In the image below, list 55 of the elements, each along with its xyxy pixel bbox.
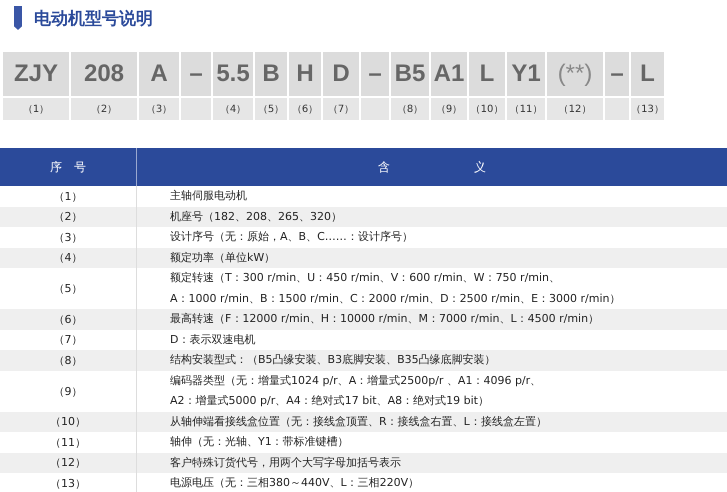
segment-number: （6）	[289, 98, 321, 120]
model-code-segment: –	[181, 52, 211, 96]
description-line: 从轴伸端看接线盒位置（无：接线盒顶置、R：接线盒右置、L：接线盒左置）	[170, 414, 548, 430]
title-marker-icon	[14, 6, 22, 30]
model-code-segment: L	[631, 52, 664, 96]
model-code-segment: A1	[431, 52, 467, 96]
segment-number: （5）	[255, 98, 287, 120]
column-header: 含 义	[136, 148, 727, 186]
model-code-segment: 208	[71, 52, 137, 96]
description-line: 机座号（182、208、265、320）	[170, 208, 343, 224]
segment-number: （13）	[631, 98, 664, 120]
model-code-segment: –	[361, 52, 389, 96]
segment-number: （4）	[213, 98, 253, 120]
model-code-segment: –	[605, 52, 629, 96]
table-cell: （13）	[0, 473, 136, 492]
table-cell: （12）	[0, 452, 136, 473]
description-line: 设计序号（无：原始，A、B、C……：设计序号）	[170, 229, 414, 245]
description-line: 编码器类型（无：增量式1024 p/r、A：增量式2500p/r 、A1：4096 p/r、	[170, 372, 542, 388]
description-line: A2：增量式5000 p/r、A4：绝对式17 bit、A8：绝对式19 bit）	[170, 393, 490, 409]
table-cell: （6）	[0, 309, 136, 330]
segment-number: （12）	[547, 98, 603, 120]
table-cell: （4）	[0, 248, 136, 268]
description-line: 客户特殊订货代号，用两个大写字母加括号表示	[170, 454, 402, 470]
segment-number: （8）	[391, 98, 429, 120]
segment-number: （10）	[469, 98, 505, 120]
model-code-segment: D	[323, 52, 359, 96]
description-line: 额定功率（单位kW）	[170, 250, 276, 266]
model-code-segment: H	[289, 52, 321, 96]
model-code-segment: L	[469, 52, 505, 96]
segment-number: （7）	[323, 98, 359, 120]
segment-number: （9）	[431, 98, 467, 120]
table-cell: （10）	[0, 412, 136, 432]
model-code-segment: B	[255, 52, 287, 96]
segment-number: （3）	[139, 98, 179, 120]
column-header: 序 号	[0, 148, 136, 186]
model-code-segment: B5	[391, 52, 429, 96]
model-code-segment: Y1	[507, 52, 545, 96]
description-line: 轴伸（无：光轴、Y1：带标准键槽）	[170, 434, 350, 450]
description-line: A：1000 r/min、B：1500 r/min、C：2000 r/min、D：2500 r/min、E：3000 r/min）	[170, 290, 622, 306]
model-code-segment: ZJY	[3, 52, 69, 96]
segment-number: （11）	[507, 98, 545, 120]
model-code-segment: A	[139, 52, 179, 96]
section-title: 电动机型号说明	[34, 8, 153, 30]
description-line: 结构安装型式：（B5凸缘安装、B3底脚安装、B35凸缘底脚安装）	[170, 352, 497, 368]
model-code-segment: 5.5	[213, 52, 253, 96]
description-line: 最高转速（F：12000 r/min、H：10000 r/min、M：7000 r/min、L：4500 r/min）	[170, 311, 600, 327]
description-line: 电源电压（无：三相380～440V、L：三相220V）	[170, 475, 420, 491]
table-cell: （2）	[0, 206, 136, 227]
description-line: 主轴伺服电动机	[170, 188, 248, 204]
model-code-segment: (**)	[547, 52, 603, 96]
segment-number: （2）	[71, 98, 137, 120]
segment-number: （1）	[3, 98, 69, 120]
table-cell: （8）	[0, 350, 136, 370]
description-line: D：表示双速电机	[170, 332, 256, 348]
description-line: 额定转速（T：300 r/min、U：450 r/min、V：600 r/min、W：750 r/min、	[170, 270, 562, 286]
